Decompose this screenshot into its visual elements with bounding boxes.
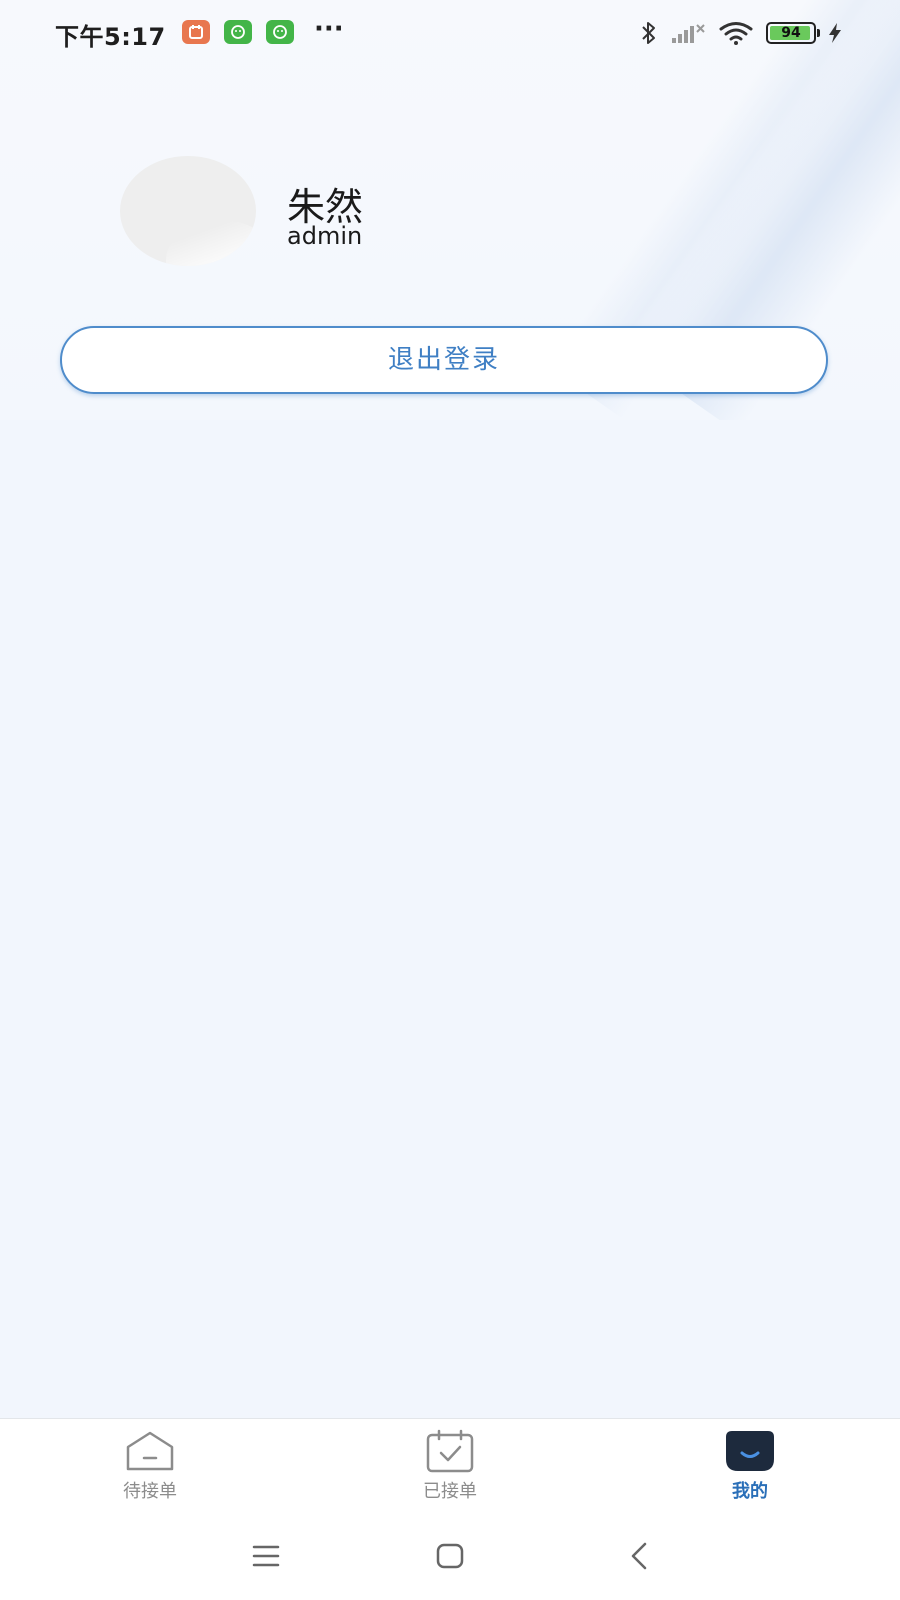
battery-icon: 94 [766,22,820,44]
bottom-tab-bar: 待接单 已接单 我的 [0,1418,900,1513]
tab-profile[interactable]: 我的 [670,1429,830,1509]
wifi-icon [719,22,753,45]
menu-icon[interactable] [246,1538,286,1574]
avatar[interactable] [120,156,256,266]
user-account: admin [287,222,363,250]
back-icon[interactable] [620,1538,660,1574]
wechat-icon [224,20,252,44]
signal-icon [672,24,705,43]
avatar-shine [166,220,256,266]
tab-label: 待接单 [123,1481,177,1502]
accepted-orders-icon [426,1429,474,1473]
tab-label: 已接单 [423,1481,477,1502]
charging-icon [829,23,841,43]
logout-button[interactable]: 退出登录 [60,326,828,394]
wechat-icon [266,20,294,44]
system-navigation-bar [0,1512,900,1600]
tab-pending-orders[interactable]: 待接单 [70,1429,230,1509]
status-bar: 下午5:17 ··· 94 [0,0,900,66]
status-time: 下午5:17 [55,23,166,51]
battery-nub [817,29,820,37]
profile-icon [726,1431,774,1471]
calendar-notification-icon [182,20,210,44]
home-icon[interactable] [430,1538,470,1574]
battery-percent: 94 [781,25,801,41]
pending-orders-icon [126,1431,174,1471]
tab-label: 我的 [732,1481,768,1502]
tab-accepted-orders[interactable]: 已接单 [370,1429,530,1509]
more-notifications-icon: ··· [314,14,344,44]
bluetooth-icon [642,22,655,44]
status-icons: 94 [640,18,842,48]
